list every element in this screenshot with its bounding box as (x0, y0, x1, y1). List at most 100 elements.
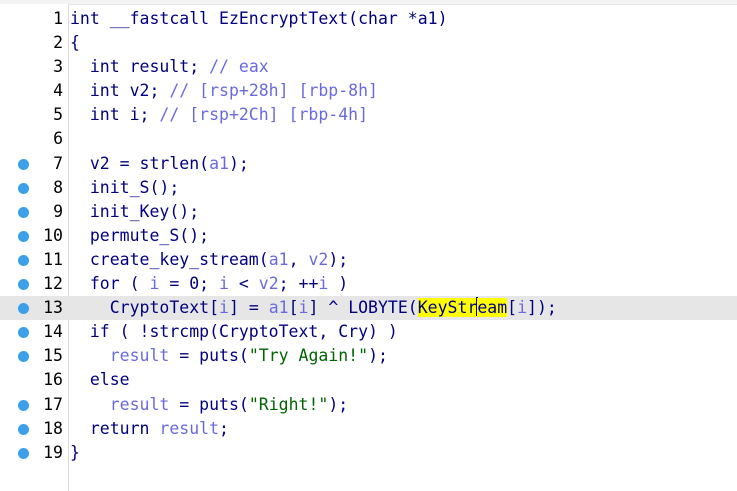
pseudocode-viewer[interactable]: 1 int __fastcall EzEncryptText(char *a1) 2… (0, 0, 737, 491)
code-text[interactable]: for ( i = 0; i < v2; ++i ) (70, 272, 348, 296)
line-number: 4 (53, 81, 63, 101)
code-line[interactable]: 8 init_S(); (0, 176, 737, 200)
code-line[interactable]: 2{ (0, 31, 737, 55)
code-token: < (228, 274, 259, 294)
code-line[interactable]: 17 result = puts("Right!"); (0, 393, 737, 417)
code-token: = 0; (159, 274, 220, 294)
code-token: ] ^ LOBYTE( (308, 298, 418, 318)
highlighted-token: KeyStr (417, 298, 478, 318)
code-token: if ( !strcmp(CryptoText, Cry) ) (70, 322, 398, 342)
code-line[interactable]: 12 for ( i = 0; i < v2; ++i ) (0, 272, 737, 296)
code-line[interactable]: 3 int result; // eax (0, 55, 737, 79)
code-text[interactable]: int result; // eax (70, 55, 269, 79)
line-number: 3 (53, 57, 63, 77)
line-number: 9 (53, 201, 63, 221)
breakpoint-dot-icon[interactable] (18, 351, 29, 363)
code-token: // [rsp+28h] [rbp-8h] (169, 81, 378, 101)
breakpoint-dot-icon[interactable] (18, 254, 29, 266)
code-token: ; (219, 418, 229, 438)
line-number: 10 (43, 225, 63, 245)
code-line[interactable]: 4 int v2; // [rsp+28h] [rbp-8h] (0, 79, 737, 103)
code-line[interactable]: 11 create_key_stream(a1, v2); (0, 248, 737, 272)
code-token: create_key_stream( (70, 249, 269, 269)
code-lines[interactable]: 1 int __fastcall EzEncryptText(char *a1) 2… (0, 7, 737, 465)
code-token: result (159, 418, 220, 438)
code-token: a1 (209, 153, 229, 173)
breakpoint-dot-icon[interactable] (18, 279, 29, 291)
code-token: a1 (417, 9, 438, 28)
code-line[interactable]: 9 init_Key(); (0, 200, 737, 224)
line-number: 6 (53, 129, 63, 149)
code-token: int i; (70, 105, 160, 125)
code-token: a1 (268, 249, 289, 269)
breakpoint-dot-icon[interactable] (18, 230, 29, 242)
code-token: { (70, 33, 80, 53)
code-token: ); (328, 394, 349, 414)
code-line[interactable]: 5 int i; // [rsp+2Ch] [rbp-4h] (0, 103, 737, 127)
code-line[interactable]: 18 return result; (0, 417, 737, 441)
line-number: 5 (53, 105, 63, 125)
code-text[interactable]: int __fastcall EzEncryptText(char *a1) (70, 7, 448, 31)
breakpoint-dot-icon[interactable] (18, 327, 29, 339)
highlighted-token: eam (477, 298, 508, 318)
code-text[interactable]: init_Key(); (70, 200, 199, 224)
code-token: ; ++ (278, 274, 319, 294)
code-text[interactable]: v2 = strlen(a1); (70, 152, 249, 176)
line-number: 18 (43, 418, 63, 438)
code-text[interactable]: return result; (70, 417, 229, 441)
code-token: = puts( (169, 346, 249, 366)
code-text[interactable]: if ( !strcmp(CryptoText, Cry) ) (70, 320, 398, 344)
code-line[interactable]: 16 else (0, 368, 737, 392)
code-line[interactable]: 7 v2 = strlen(a1); (0, 152, 737, 176)
line-number: 14 (43, 322, 63, 342)
code-text[interactable]: create_key_stream(a1, v2); (70, 248, 348, 272)
code-text[interactable]: { (70, 31, 80, 55)
code-token: = puts( (169, 394, 249, 414)
code-token: return (70, 418, 160, 438)
line-number: 7 (53, 153, 63, 173)
line-number: 8 (53, 177, 63, 197)
code-line[interactable]: 10 permute_S(); (0, 224, 737, 248)
code-text[interactable]: int i; // [rsp+2Ch] [rbp-4h] (70, 103, 368, 127)
tab-strip (0, 0, 737, 5)
code-token: // eax (209, 57, 269, 77)
code-text[interactable]: CryptoText[i] = a1[i] ^ LOBYTE(KeyStream… (70, 296, 557, 320)
breakpoint-dot-icon[interactable] (18, 158, 29, 170)
code-text[interactable]: int v2; // [rsp+28h] [rbp-8h] (70, 79, 378, 103)
code-line[interactable]: 13 CryptoText[i] = a1[i] ^ LOBYTE(KeyStr… (0, 296, 737, 321)
code-token: ); (368, 346, 388, 366)
code-token: v2 (258, 274, 279, 294)
breakpoint-dot-icon[interactable] (18, 399, 29, 411)
code-token: int result; (70, 57, 210, 77)
code-token: i (149, 274, 160, 294)
line-number: 11 (43, 249, 63, 269)
line-number: 12 (43, 274, 63, 294)
line-number: 16 (43, 370, 63, 390)
code-token: ); (328, 249, 349, 269)
code-text[interactable]: else (70, 368, 130, 392)
code-line[interactable]: 1 int __fastcall EzEncryptText(char *a1) (0, 7, 737, 31)
breakpoint-dot-icon[interactable] (18, 423, 29, 435)
code-text[interactable]: result = puts("Right!"); (70, 393, 348, 417)
line-number: 19 (43, 442, 63, 462)
code-line[interactable]: 14 if ( !strcmp(CryptoText, Cry) ) (0, 320, 737, 344)
code-token: for ( (70, 274, 150, 294)
code-line[interactable]: 19} (0, 441, 737, 465)
code-token: "Try Again!" (248, 346, 369, 366)
code-line[interactable]: 6 (0, 127, 737, 151)
code-token: CryptoText[ (70, 298, 220, 318)
code-line[interactable]: 15 result = puts("Try Again!"); (0, 344, 737, 368)
code-token: result (109, 346, 170, 366)
code-token: i (219, 274, 229, 294)
code-token: i (517, 298, 528, 318)
breakpoint-dot-icon[interactable] (18, 303, 29, 315)
code-text[interactable]: } (70, 441, 80, 465)
code-text[interactable]: init_S(); (70, 176, 179, 200)
breakpoint-dot-icon[interactable] (18, 447, 29, 459)
code-text[interactable]: result = puts("Try Again!"); (70, 344, 388, 368)
breakpoint-dot-icon[interactable] (18, 206, 29, 218)
code-text[interactable]: permute_S(); (70, 224, 209, 248)
breakpoint-dot-icon[interactable] (18, 182, 29, 194)
code-token: "Right!" (248, 394, 329, 414)
